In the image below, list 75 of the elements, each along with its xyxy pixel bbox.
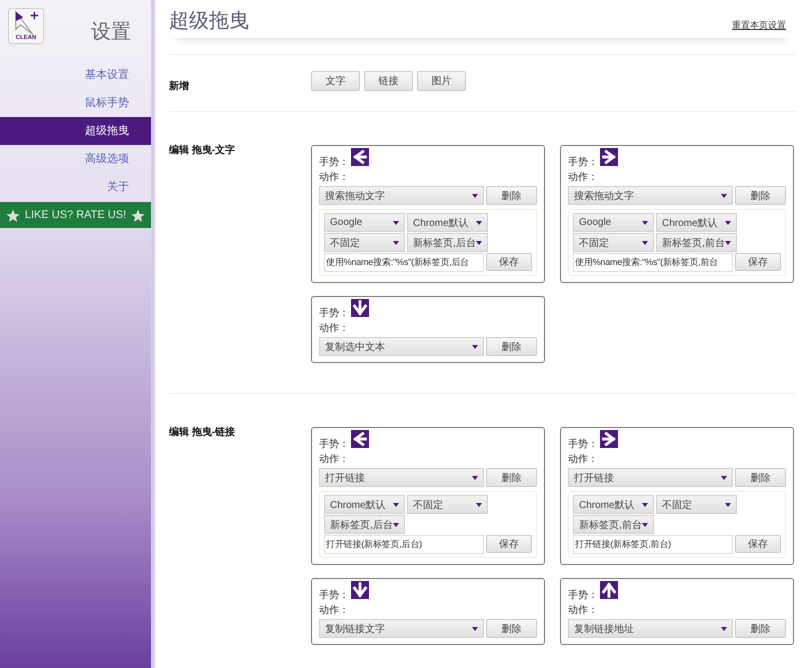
star-icon <box>6 208 20 222</box>
delete-button[interactable]: 删除 <box>486 337 537 356</box>
dropdown[interactable]: Chrome默认 <box>324 495 405 514</box>
left-arrow-icon <box>351 148 369 166</box>
add-button[interactable]: 链接 <box>364 71 413 91</box>
command-field[interactable]: 打开链接(新标签页,前台) <box>573 535 733 554</box>
rate-text: LIKE US? RATE US! <box>24 209 126 221</box>
rate-banner[interactable]: LIKE US? RATE US! <box>0 202 151 228</box>
delete-button[interactable]: 删除 <box>486 468 537 487</box>
delete-button[interactable]: 删除 <box>735 619 786 638</box>
delete-button[interactable]: 删除 <box>735 186 786 205</box>
dropdown[interactable]: 搜索拖动文字 <box>319 186 484 205</box>
section-label: 编辑 拖曳-文字 <box>169 143 236 158</box>
page-title: 超级拖曳 <box>169 9 249 34</box>
add-button[interactable]: 图片 <box>417 71 466 91</box>
gesture-label: 手势： <box>568 438 598 451</box>
right-arrow-icon <box>600 430 618 448</box>
save-button[interactable]: 保存 <box>486 253 532 271</box>
dropdown[interactable]: 搜索拖动文字 <box>568 186 734 205</box>
dropdown[interactable]: 不固定 <box>407 495 488 514</box>
dropdown[interactable]: 新标签页,后台 <box>407 233 488 252</box>
dropdown[interactable]: 复制链接地址 <box>568 619 734 638</box>
dropdown[interactable]: Chrome默认 <box>656 213 737 232</box>
left-arrow-icon <box>351 430 369 448</box>
sidebar-item[interactable]: 超级拖曳 <box>0 117 151 145</box>
action-label: 动作： <box>319 604 350 617</box>
right-arrow-icon <box>600 148 618 166</box>
sidebar-item[interactable]: 鼠标手势 <box>0 89 151 117</box>
dropdown[interactable]: 打开链接 <box>568 468 734 487</box>
gesture-label: 手势： <box>319 156 349 169</box>
dropdown[interactable]: 不固定 <box>324 233 405 252</box>
save-button[interactable]: 保存 <box>486 535 532 553</box>
action-label: 动作： <box>568 604 599 617</box>
action-label: 动作： <box>319 171 350 184</box>
save-button[interactable]: 保存 <box>735 253 781 271</box>
section-label: 编辑 拖曳-链接 <box>169 426 236 440</box>
save-button[interactable]: 保存 <box>735 535 781 553</box>
star-icon <box>131 208 146 222</box>
down-arrow-icon <box>351 581 369 599</box>
dropdown[interactable]: 不固定 <box>573 233 654 252</box>
down-arrow-icon <box>351 299 369 317</box>
sidebar-item[interactable]: 高级选项 <box>0 145 151 173</box>
gesture-label: 手势： <box>319 438 349 451</box>
sidebar-item[interactable]: 基本设置 <box>0 61 151 89</box>
dropdown[interactable]: Google <box>324 213 405 232</box>
dropdown[interactable]: Chrome默认 <box>573 495 654 514</box>
action-label: 动作： <box>319 322 350 335</box>
dropdown[interactable]: 复制链接文字 <box>319 619 484 638</box>
gesture-label: 手势： <box>568 156 598 169</box>
reset-link[interactable]: 重置本页设置 <box>732 19 786 32</box>
gesture-label: 手势： <box>319 588 349 602</box>
delete-button[interactable]: 删除 <box>486 619 537 638</box>
section-label: 新增 <box>169 79 190 93</box>
dropdown[interactable]: 新标签页,前台 <box>573 515 654 534</box>
action-label: 动作： <box>568 171 599 184</box>
delete-button[interactable]: 删除 <box>486 186 537 205</box>
gesture-label: 手势： <box>568 588 598 602</box>
action-label: 动作： <box>319 453 350 466</box>
dropdown[interactable]: 复制选中文本 <box>319 337 484 356</box>
action-label: 动作： <box>568 453 599 466</box>
command-field[interactable]: 使用%name搜索:"%s"(新标签页,前台 <box>573 253 733 272</box>
dropdown[interactable]: 打开链接 <box>319 468 484 487</box>
gesture-label: 手势： <box>319 306 349 320</box>
delete-button[interactable]: 删除 <box>735 468 786 487</box>
up-arrow-icon <box>600 581 618 599</box>
dropdown[interactable]: 新标签页,后台 <box>324 515 405 534</box>
command-field[interactable]: 打开链接(新标签页,后台) <box>324 535 484 554</box>
dropdown[interactable]: 新标签页,前台 <box>656 233 737 252</box>
sidebar-title: 设置 <box>91 20 131 45</box>
dropdown[interactable]: 不固定 <box>656 495 737 514</box>
dropdown[interactable]: Chrome默认 <box>407 213 488 232</box>
add-button[interactable]: 文字 <box>311 71 360 91</box>
dropdown[interactable]: Google <box>573 213 654 232</box>
sidebar-item[interactable]: 关于 <box>0 173 151 201</box>
command-field[interactable]: 使用%name搜索:"%s"(新标签页,后台 <box>324 253 484 272</box>
